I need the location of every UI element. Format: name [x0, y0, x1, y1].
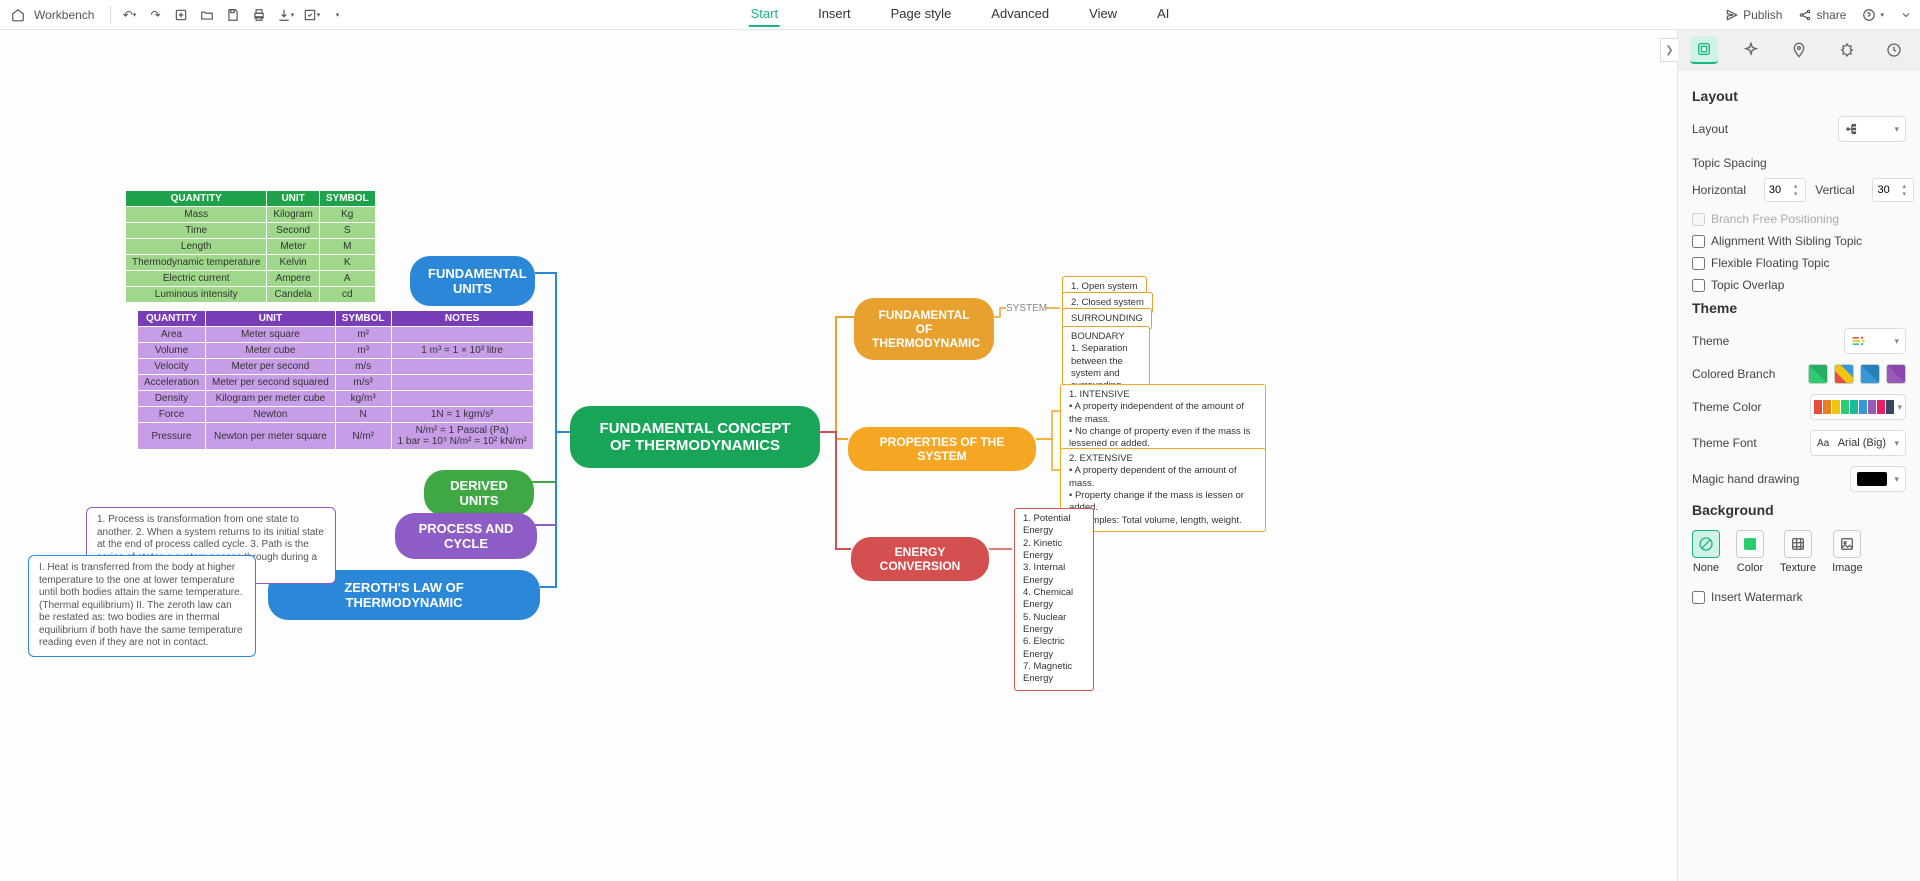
horizontal-label: Horizontal	[1692, 183, 1746, 197]
theme-color-label: Theme Color	[1692, 400, 1761, 414]
background-title: Background	[1692, 502, 1906, 518]
system-label: SYSTEM	[1006, 303, 1047, 314]
vertical-label: Vertical	[1815, 183, 1854, 197]
tab-sparkle-icon[interactable]	[1738, 36, 1766, 64]
mindmap-canvas[interactable]: FUNDAMENTAL CONCEPT OF THERMODYNAMICS FU…	[0, 30, 1677, 881]
new-icon[interactable]	[171, 5, 191, 25]
flex-float-checkbox[interactable]	[1692, 257, 1705, 270]
v-spin-up[interactable]: ▴	[1902, 182, 1906, 190]
properties-sidebar: ❯ Layout Layout ▾ Topic Spacing Horizont…	[1677, 30, 1920, 881]
node-fundamental-thermo[interactable]: FUNDAMENTAL OF THERMODYNAMIC	[854, 298, 994, 360]
theme-dropdown[interactable]: ▾	[1844, 328, 1906, 354]
v-spin-down[interactable]: ▾	[1902, 190, 1906, 198]
branch-free-checkbox	[1692, 213, 1705, 226]
tab-pin-icon[interactable]	[1785, 36, 1813, 64]
toolbar-left: Workbench ↶▾ ↷ ▾ ▾ ▾	[8, 5, 347, 25]
sidebar-collapse-icon[interactable]: ❯	[1660, 38, 1678, 62]
layout-dropdown[interactable]: ▾	[1838, 116, 1906, 142]
swatch-3[interactable]	[1860, 364, 1880, 384]
swatch-4[interactable]	[1886, 364, 1906, 384]
menu-page-style[interactable]: Page style	[889, 2, 954, 27]
menu-advanced[interactable]: Advanced	[989, 2, 1051, 27]
h-spin-up[interactable]: ▴	[1794, 182, 1798, 190]
save-icon[interactable]	[223, 5, 243, 25]
help-button[interactable]: ▾	[1862, 8, 1884, 22]
home-icon[interactable]	[8, 5, 28, 25]
node-properties[interactable]: PROPERTIES OF THE SYSTEM	[848, 427, 1036, 471]
sidebar-tabs	[1678, 30, 1920, 70]
zeroth-law-note[interactable]: I. Heat is transferred from the body at …	[28, 555, 256, 657]
layout-title: Layout	[1692, 88, 1906, 104]
theme-font-dropdown[interactable]: Aa Arial (Big)▾	[1810, 430, 1906, 456]
energy-list[interactable]: 1. Potential Energy 2. Kinetic Energy 3.…	[1014, 508, 1094, 691]
vertical-input[interactable]	[1872, 178, 1914, 202]
h-spin-down[interactable]: ▾	[1794, 190, 1798, 198]
topic-spacing-label: Topic Spacing	[1692, 156, 1906, 170]
bg-image[interactable]: Image	[1832, 530, 1863, 574]
export-icon[interactable]: ▾	[275, 5, 295, 25]
share-button[interactable]: share	[1798, 8, 1846, 22]
top-toolbar: Workbench ↶▾ ↷ ▾ ▾ ▾ Start Insert Page s…	[0, 0, 1920, 30]
sidebar-body: Layout Layout ▾ Topic Spacing Horizontal…	[1678, 70, 1920, 881]
magic-hand-label: Magic hand drawing	[1692, 472, 1799, 486]
theme-title: Theme	[1692, 300, 1906, 316]
tab-settings-icon[interactable]	[1833, 36, 1861, 64]
import-icon[interactable]: ▾	[301, 5, 321, 25]
bg-texture[interactable]: Texture	[1780, 530, 1816, 574]
print-icon[interactable]	[249, 5, 269, 25]
publish-button[interactable]: Publish	[1725, 8, 1782, 22]
workbench-label: Workbench	[34, 8, 94, 22]
menu-bar: Start Insert Page style Advanced View AI	[749, 2, 1172, 27]
node-energy-conversion[interactable]: ENERGY CONVERSION	[851, 537, 989, 581]
derived-units-table[interactable]: QUANTITYUNITSYMBOLNOTES AreaMeter square…	[137, 310, 534, 450]
colored-branch-label: Colored Branch	[1692, 367, 1775, 381]
node-fundamental-units[interactable]: FUNDAMENTAL UNITS	[410, 256, 535, 306]
node-derived-units[interactable]: DERIVED UNITS	[424, 470, 534, 516]
fundamental-units-table[interactable]: QUANTITYUNITSYMBOL MassKilogramKg TimeSe…	[125, 190, 376, 303]
menu-insert[interactable]: Insert	[816, 2, 853, 27]
layout-label: Layout	[1692, 122, 1728, 136]
background-options: None Color Texture Image	[1692, 530, 1906, 574]
colored-branch-swatches	[1808, 364, 1906, 384]
more-icon[interactable]: ▾	[327, 5, 347, 25]
menu-ai[interactable]: AI	[1155, 2, 1171, 27]
magic-hand-dropdown[interactable]: ▾	[1850, 466, 1906, 492]
theme-color-dropdown[interactable]: ▾	[1810, 394, 1906, 420]
toolbar-right: Publish share ▾	[1725, 8, 1912, 22]
swatch-1[interactable]	[1808, 364, 1828, 384]
redo-icon[interactable]: ↷	[145, 5, 165, 25]
chevron-down-icon[interactable]	[1900, 9, 1912, 21]
horizontal-input[interactable]	[1764, 178, 1806, 202]
swatch-2[interactable]	[1834, 364, 1854, 384]
align-sibling-checkbox[interactable]	[1692, 235, 1705, 248]
undo-icon[interactable]: ↶▾	[119, 5, 139, 25]
tab-layout-icon[interactable]	[1690, 36, 1718, 64]
bg-none[interactable]: None	[1692, 530, 1720, 574]
bg-color[interactable]: Color	[1736, 530, 1764, 574]
watermark-checkbox[interactable]	[1692, 591, 1705, 604]
center-topic[interactable]: FUNDAMENTAL CONCEPT OF THERMODYNAMICS	[570, 406, 820, 468]
theme-label: Theme	[1692, 334, 1729, 348]
node-process-cycle[interactable]: PROCESS AND CYCLE	[395, 513, 537, 559]
open-icon[interactable]	[197, 5, 217, 25]
menu-start[interactable]: Start	[749, 2, 780, 27]
tab-history-icon[interactable]	[1880, 36, 1908, 64]
menu-view[interactable]: View	[1087, 2, 1119, 27]
topic-overlap-checkbox[interactable]	[1692, 279, 1705, 292]
theme-font-label: Theme Font	[1692, 436, 1757, 450]
